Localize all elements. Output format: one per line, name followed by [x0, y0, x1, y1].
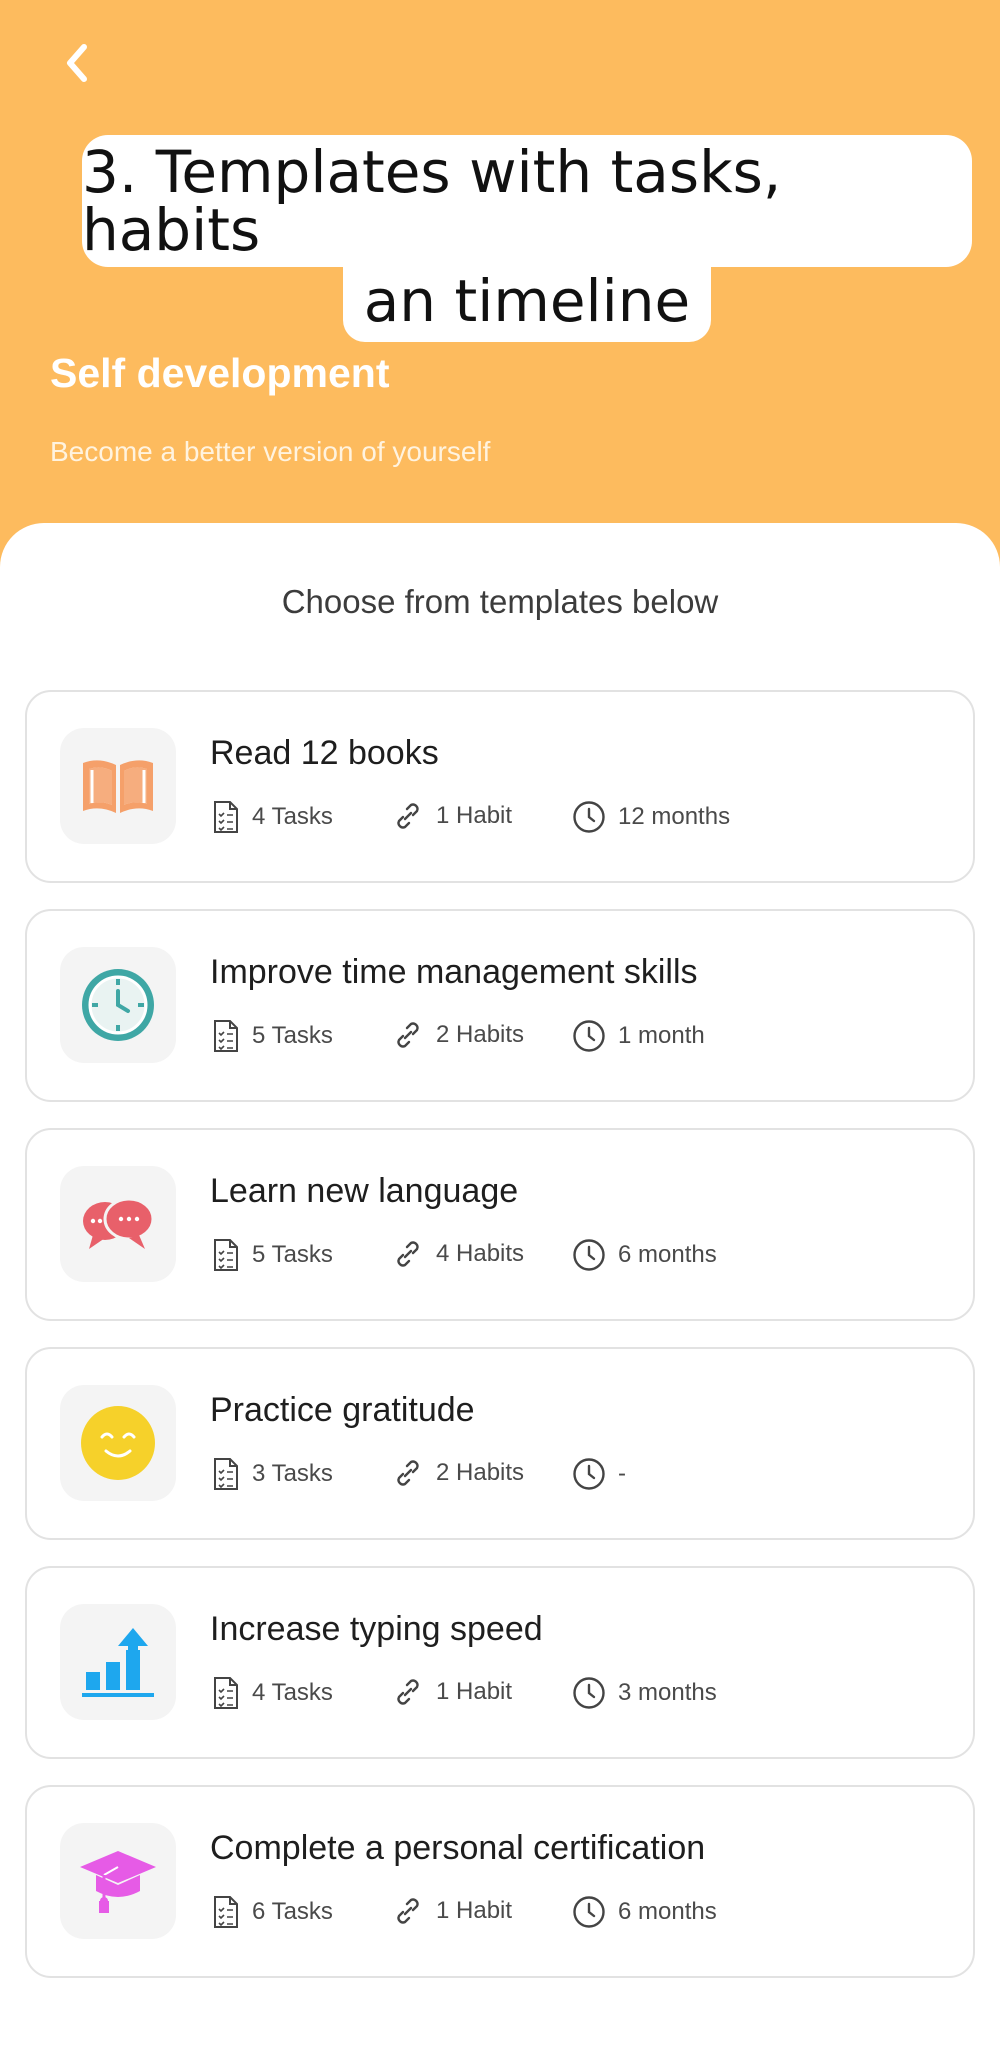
tasks-count: 5 Tasks [212, 1019, 333, 1053]
smiley-icon [81, 1406, 155, 1480]
template-icon-box [60, 1604, 176, 1720]
template-card-read-books[interactable]: Read 12 books 4 Tasks 1 Habit 12 months [25, 690, 975, 883]
template-icon-box [60, 947, 176, 1063]
habits-label: 1 Habit [436, 1678, 513, 1705]
duration-label: 12 months [618, 803, 731, 830]
checklist-icon [214, 1239, 238, 1271]
tasks-count: 6 Tasks [212, 1895, 333, 1929]
duration: 12 months [572, 800, 730, 834]
template-title: Complete a personal certification [210, 1829, 706, 1867]
clock-icon [82, 969, 154, 1041]
link-icon [397, 1022, 419, 1048]
chevron-left-icon [67, 44, 87, 82]
habits-count: 2 Habits [392, 1457, 524, 1489]
habits-label: 1 Habit [436, 802, 513, 829]
tasks-label: 5 Tasks [252, 1022, 333, 1049]
caption-line-2: an timeline [343, 260, 711, 342]
template-card-language[interactable]: Learn new language 5 Tasks 4 Habits 6 mo… [25, 1128, 975, 1321]
checklist-icon [214, 1020, 238, 1052]
duration-label: 3 months [618, 1679, 717, 1706]
habits-label: 4 Habits [436, 1240, 525, 1267]
habits-count: 1 Habit [392, 800, 512, 832]
tasks-count: 3 Tasks [212, 1457, 333, 1491]
clock-outline-icon [573, 1896, 605, 1928]
clock-outline-icon [573, 1020, 605, 1052]
tasks-count: 4 Tasks [212, 1676, 333, 1710]
section-title: Choose from templates below [281, 583, 719, 620]
checklist-icon [214, 1677, 238, 1709]
growth-chart-icon [82, 1628, 154, 1697]
duration-label: 6 months [618, 1898, 717, 1925]
link-icon [397, 1898, 419, 1924]
tasks-count: 5 Tasks [212, 1238, 333, 1272]
clock-outline-icon [573, 1239, 605, 1271]
link-icon [397, 1241, 419, 1267]
duration-label: 6 months [618, 1241, 717, 1268]
template-card-gratitude[interactable]: Practice gratitude 3 Tasks 2 Habits - [25, 1347, 975, 1540]
habits-label: 2 Habits [436, 1459, 525, 1486]
clock-outline-icon [573, 1677, 605, 1709]
tasks-label: 4 Tasks [252, 1679, 333, 1706]
tasks-count: 4 Tasks [212, 800, 333, 834]
template-icon-box [60, 1166, 176, 1282]
template-title: Learn new language [210, 1172, 519, 1210]
tasks-label: 5 Tasks [252, 1241, 333, 1268]
page-title: Self development [50, 350, 390, 396]
template-card-time-management[interactable]: Improve time management skills 5 Tasks 2… [25, 909, 975, 1102]
back-button[interactable] [52, 38, 102, 88]
link-icon [397, 1460, 419, 1486]
template-icon-box [60, 728, 176, 844]
duration-label: 1 month [618, 1022, 705, 1049]
clock-outline-icon [573, 801, 605, 833]
habits-label: 1 Habit [436, 1897, 513, 1924]
duration: 1 month [572, 1019, 705, 1053]
speech-bubbles-icon [83, 1197, 155, 1249]
habits-count: 4 Habits [392, 1238, 524, 1270]
duration: 6 months [572, 1895, 717, 1929]
duration: - [572, 1457, 626, 1491]
checklist-icon [214, 801, 238, 833]
tasks-label: 3 Tasks [252, 1460, 333, 1487]
habits-count: 1 Habit [392, 1676, 512, 1708]
habits-count: 1 Habit [392, 1895, 512, 1927]
tasks-label: 6 Tasks [252, 1898, 333, 1925]
template-title: Read 12 books [210, 734, 439, 772]
template-card-certification[interactable]: Complete a personal certification 6 Task… [25, 1785, 975, 1978]
link-icon [397, 803, 419, 829]
template-title: Improve time management skills [210, 953, 698, 991]
template-icon-box [60, 1823, 176, 1939]
graduation-cap-icon [80, 1851, 156, 1913]
duration: 3 months [572, 1676, 717, 1710]
duration-label: - [618, 1460, 626, 1487]
habits-count: 2 Habits [392, 1019, 524, 1051]
template-title: Increase typing speed [210, 1610, 543, 1648]
tasks-label: 4 Tasks [252, 803, 333, 830]
link-icon [397, 1679, 419, 1705]
page-subtitle: Become a better version of yourself [50, 436, 491, 467]
checklist-icon [214, 1896, 238, 1928]
clock-outline-icon [573, 1458, 605, 1490]
open-book-icon [83, 760, 153, 813]
duration: 6 months [572, 1238, 717, 1272]
caption-line-1: 3. Templates with tasks, habits [82, 135, 972, 267]
template-card-typing-speed[interactable]: Increase typing speed 4 Tasks 1 Habit 3 … [25, 1566, 975, 1759]
template-icon-box [60, 1385, 176, 1501]
checklist-icon [214, 1458, 238, 1490]
habits-label: 2 Habits [436, 1021, 525, 1048]
template-title: Practice gratitude [210, 1391, 475, 1429]
